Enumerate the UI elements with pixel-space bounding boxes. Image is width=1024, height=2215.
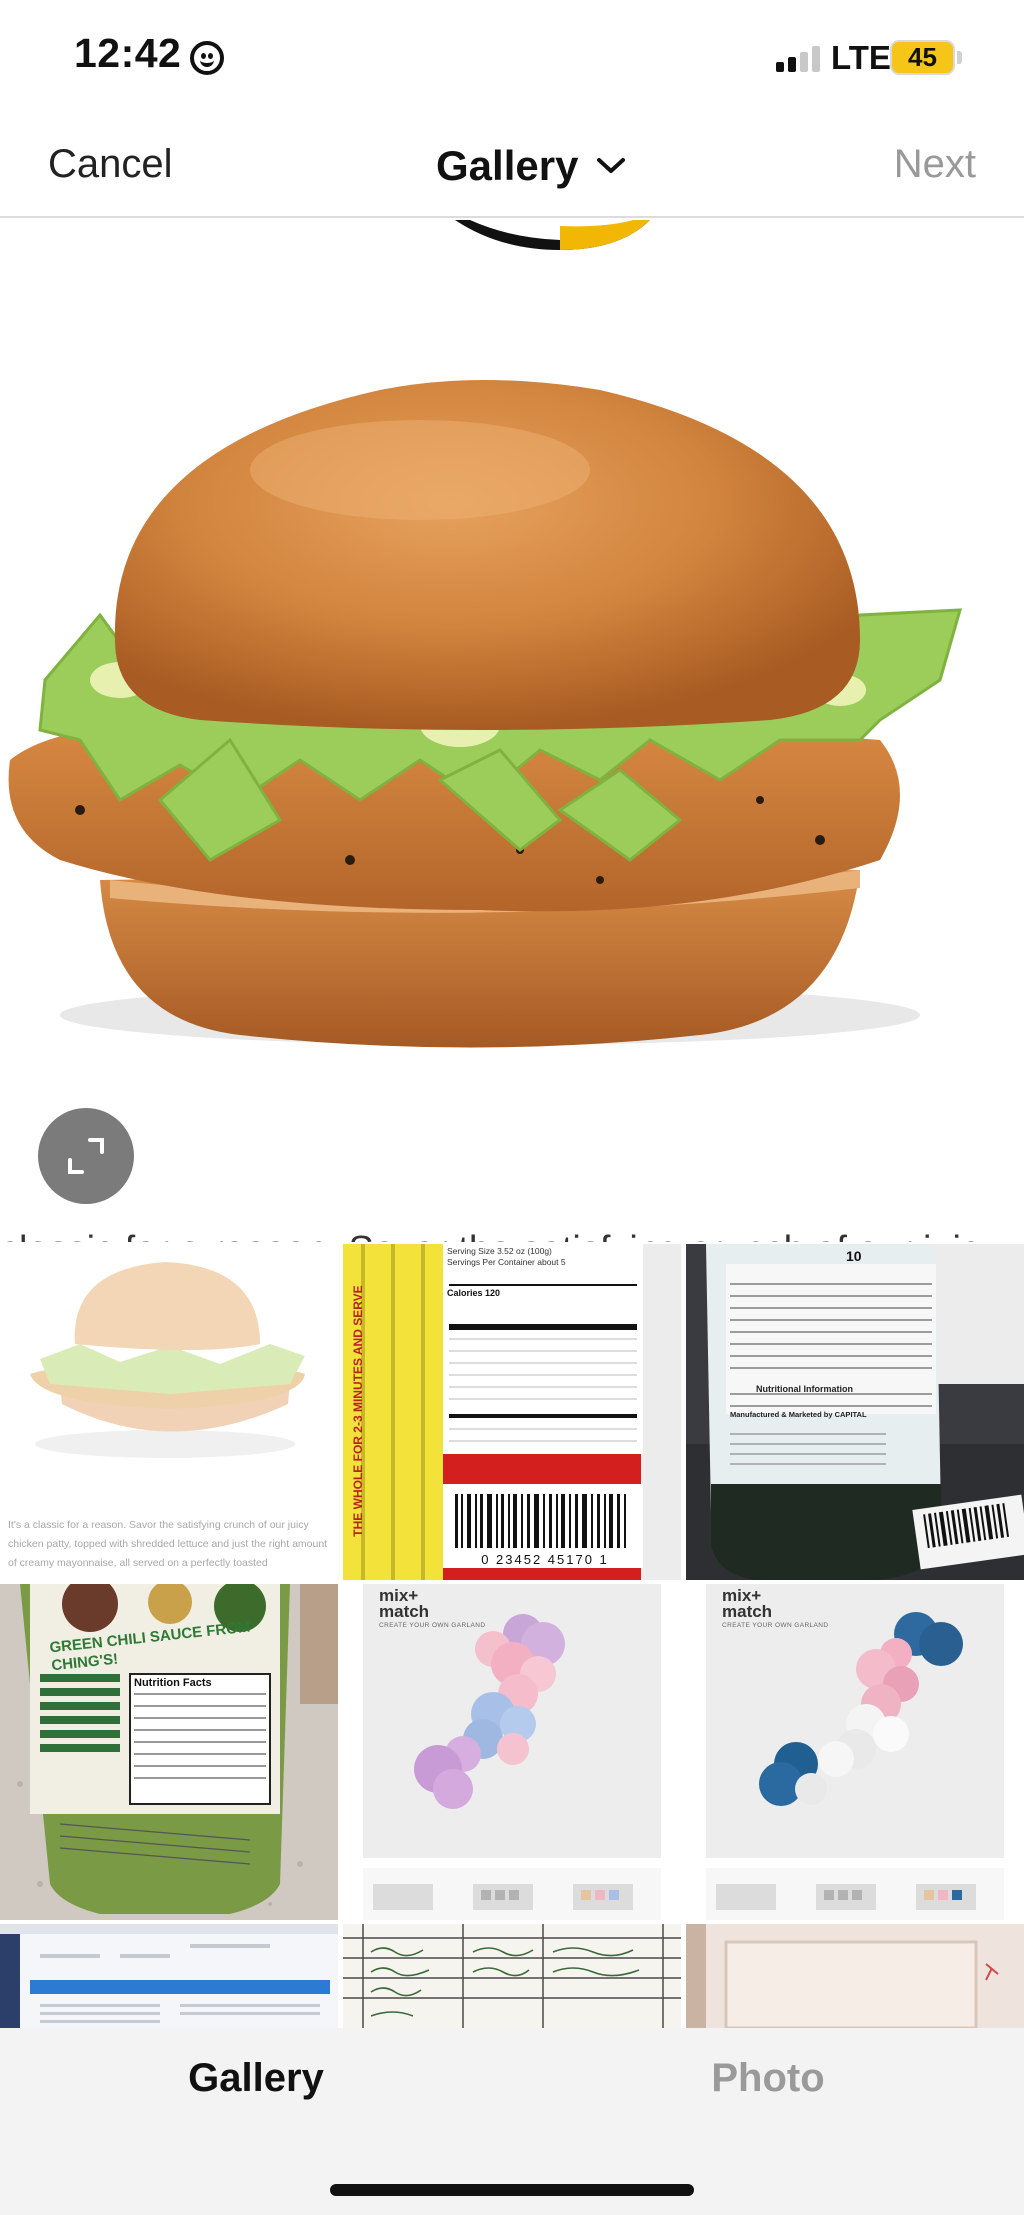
label-side-text: THE WHOLE FOR 2-3 MINUTES AND SERVE [351, 1285, 365, 1537]
chevron-down-icon [597, 158, 626, 173]
label-servings: Servings Per Container about 5 [447, 1257, 566, 1267]
image-preview[interactable]: classic for a reason. Savor the satisfyi… [0, 220, 1024, 1242]
gallery-thumbnail[interactable] [0, 1924, 338, 2028]
smiley-face-icon [190, 41, 224, 75]
brand-logo-text: mix+ match [379, 1586, 430, 1621]
next-button[interactable]: Next [894, 142, 976, 187]
gallery-thumbnail[interactable]: 10 Nutritional Information Manufactured … [686, 1244, 1024, 1580]
brand-logo-text: mix+ match [722, 1586, 773, 1621]
thumbnail-caption: It's a classic for a reason. Savor the s… [8, 1519, 328, 1569]
thumbnail-image [706, 1584, 1004, 1920]
bottom-tab-bar: Gallery Photo [0, 2028, 1024, 2215]
gallery-thumbnail[interactable]: mix+ match CREATE YOUR OWN GARLAND [343, 1584, 681, 1920]
gallery-thumbnail[interactable]: It's a classic for a reason. Savor the s… [0, 1244, 338, 1580]
expand-crop-button[interactable] [38, 1108, 134, 1204]
battery-level: 45 [908, 42, 937, 72]
label-calories: Calories 120 [447, 1288, 501, 1298]
battery-cap [957, 51, 962, 64]
signal-bars-icon [776, 46, 822, 72]
status-bar: 12:42 LTE 45 [0, 0, 1024, 118]
label-panel-title: Nutritional Information [756, 1384, 853, 1394]
brand-tagline: CREATE YOUR OWN GARLAND [722, 1622, 829, 1629]
label-marketed-by: Manufactured & Marketed by CAPITAL [730, 1410, 867, 1419]
thumbnail-image [343, 1924, 681, 2028]
brand-tagline: CREATE YOUR OWN GARLAND [379, 1622, 486, 1629]
gallery-thumbnail[interactable]: GREEN CHILI SAUCE FROM CHING'S! Nutritio… [0, 1584, 338, 1920]
thumbnail-image [343, 1244, 681, 1580]
cancel-button[interactable]: Cancel [48, 142, 173, 187]
expand-crop-icon [68, 1138, 104, 1174]
thumbnail-image [0, 1924, 338, 2028]
preview-caption: classic for a reason. Savor the satisfyi… [0, 1222, 1024, 1242]
gallery-thumbnail[interactable]: mix+ match CREATE YOUR OWN GARLAND [686, 1584, 1024, 1920]
thumbnail-image [363, 1584, 661, 1920]
album-picker[interactable]: Gallery [436, 138, 626, 194]
tab-gallery[interactable]: Gallery [0, 2056, 512, 2101]
home-indicator[interactable] [330, 2184, 694, 2196]
thumbnail-image [686, 1924, 1024, 2028]
page-title: Gallery [436, 142, 579, 189]
tab-photo[interactable]: Photo [512, 2056, 1024, 2101]
label-panel-title: Nutrition Facts [134, 1677, 212, 1689]
gallery-thumbnail[interactable] [686, 1924, 1024, 2028]
gallery-thumbnail[interactable]: Serving Size 3.52 oz (100g) Servings Per… [343, 1244, 681, 1580]
label-serving-size: Serving Size 3.52 oz (100g) [447, 1246, 552, 1256]
status-time: 12:42 [74, 30, 182, 76]
preview-image [8, 220, 963, 1048]
gallery-grid: It's a classic for a reason. Savor the s… [0, 1244, 1024, 2028]
label-barcode-number: 0 23452 45170 1 [481, 1552, 609, 1567]
navigation-bar: Cancel Gallery Next [0, 118, 1024, 218]
network-type: LTE [831, 39, 891, 76]
gallery-thumbnail[interactable] [343, 1924, 681, 2028]
battery-icon: 45 [890, 40, 955, 75]
label-calories-value: 10 [846, 1248, 862, 1264]
